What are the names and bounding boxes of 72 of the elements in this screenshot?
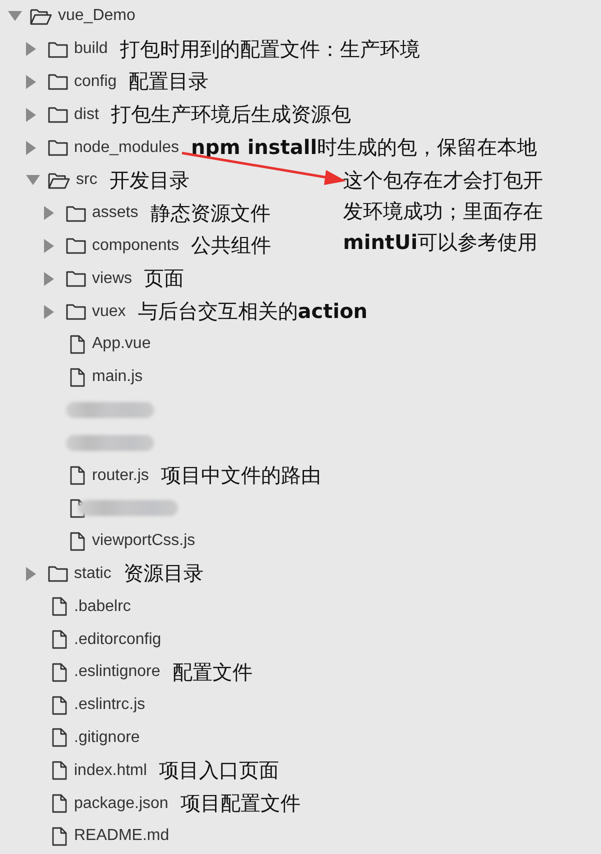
- annotation-text: 配置文件: [172, 658, 252, 686]
- caret-right-icon[interactable]: [26, 42, 36, 56]
- file-name[interactable]: index.html: [74, 762, 147, 780]
- file-name[interactable]: App.vue: [92, 335, 151, 354]
- file-name[interactable]: .editorconfig: [74, 630, 162, 649]
- caret-right-icon[interactable]: [44, 272, 54, 286]
- annotation-text: 项目配置文件: [180, 790, 300, 818]
- annotation-text: 项目入口页面: [158, 757, 279, 784]
- folder-icon: [48, 40, 68, 58]
- file-name[interactable]: .eslintrc.js: [74, 696, 146, 714]
- caret-right-icon[interactable]: [44, 238, 54, 253]
- caret-right-icon[interactable]: [26, 140, 36, 155]
- annotation-text: 静态资源文件: [150, 200, 270, 227]
- annotation-text: 配置目录: [128, 68, 209, 96]
- folder-name[interactable]: dist: [74, 106, 99, 124]
- file-icon: [52, 794, 67, 814]
- folder-icon: [66, 303, 86, 320]
- annotation-text: 打包生产环境后生成资源包: [110, 101, 351, 128]
- folder-name[interactable]: src: [76, 171, 98, 190]
- folder-icon: [66, 270, 86, 288]
- annotation-text: 开发目录: [109, 166, 190, 194]
- caret-down-icon[interactable]: [26, 175, 40, 186]
- folder-name[interactable]: assets: [92, 204, 138, 222]
- file-icon: [70, 334, 85, 354]
- caret-right-icon[interactable]: [44, 304, 54, 319]
- annotation-text: 与后台交互相关的action: [138, 298, 368, 326]
- annotation-text: 这个包存在才会打包开 发环境成功；里面存在 mintUi可以参考使用: [343, 167, 543, 256]
- folder-icon: [66, 204, 86, 222]
- open-folder-icon: [30, 8, 52, 25]
- file-icon: [52, 728, 67, 748]
- file-name[interactable]: package.json: [74, 794, 168, 813]
- open-folder-icon: [48, 172, 70, 189]
- annotation-text: 资源目录: [123, 560, 204, 588]
- folder-icon: [66, 237, 86, 254]
- folder-icon: [48, 565, 68, 582]
- caret-right-icon[interactable]: [26, 108, 36, 122]
- folder-name[interactable]: static: [74, 564, 112, 583]
- folder-icon: [48, 106, 68, 124]
- annotation-text: 打包时用到的配置文件：生产环境: [120, 36, 420, 63]
- folder-icon: [48, 73, 68, 90]
- annotation-text: 页面: [144, 265, 184, 292]
- folder-name[interactable]: components: [92, 236, 180, 255]
- folder-name[interactable]: node_modules: [74, 138, 179, 157]
- file-icon: [52, 696, 67, 715]
- annotation-text: 项目中文件的路由: [160, 462, 321, 490]
- file-name[interactable]: .eslintignore: [74, 663, 160, 682]
- caret-right-icon[interactable]: [26, 566, 36, 581]
- file-icon: [52, 826, 67, 846]
- folder-name[interactable]: build: [74, 40, 108, 58]
- file-icon: [52, 630, 67, 650]
- annotation-text: 公共组件: [191, 232, 272, 260]
- annotation-text: npm install时生成的包，保留在本地: [190, 134, 538, 162]
- file-name[interactable]: router.js: [92, 466, 149, 485]
- caret-right-icon[interactable]: [44, 206, 54, 220]
- file-icon: [70, 466, 85, 486]
- file-icon: [52, 597, 67, 616]
- file-name[interactable]: .babelrc: [74, 598, 131, 616]
- file-icon: [70, 368, 85, 387]
- caret-right-icon[interactable]: [26, 74, 36, 89]
- folder-name[interactable]: vue_Demo: [58, 7, 136, 26]
- file-icon: [70, 532, 85, 551]
- file-icon: [52, 662, 67, 682]
- folder-name[interactable]: views: [92, 270, 132, 288]
- file-name[interactable]: .gitignore: [74, 728, 140, 747]
- file-name[interactable]: viewportCss.js: [92, 532, 196, 550]
- file-name[interactable]: README.md: [74, 827, 170, 846]
- file-name[interactable]: main.js: [92, 368, 143, 386]
- folder-name[interactable]: vuex: [92, 302, 126, 321]
- file-icon: [52, 761, 67, 780]
- folder-icon: [48, 139, 68, 156]
- folder-name[interactable]: config: [74, 72, 117, 91]
- caret-down-icon[interactable]: [8, 11, 22, 22]
